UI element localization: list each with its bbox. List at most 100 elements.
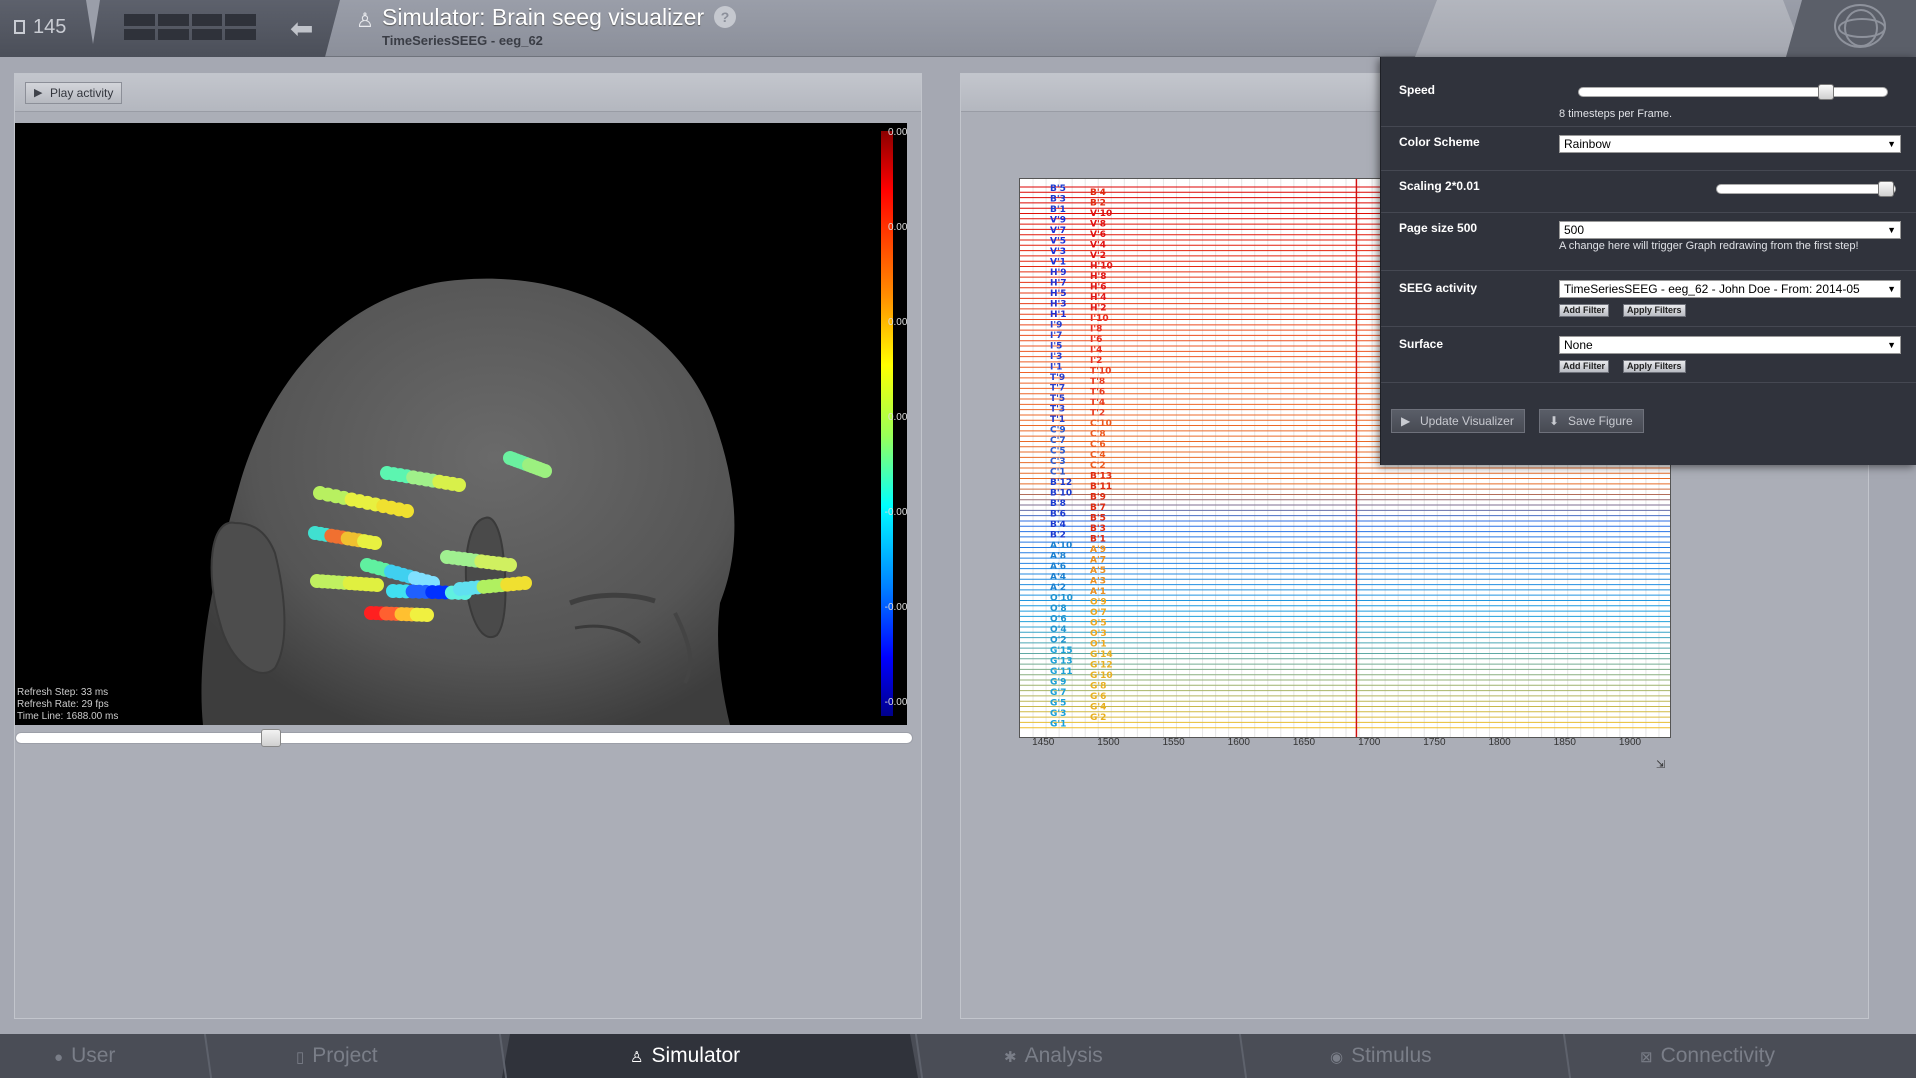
colorbar	[881, 131, 893, 716]
x-tick-label: 1750	[1423, 737, 1446, 748]
channel-label-right: V'8	[1090, 220, 1106, 230]
channel-label-left: V'9	[1050, 216, 1066, 226]
surface-row: Surface None ▼ Add Filter Apply Filters	[1381, 327, 1916, 383]
x-tick-label: 1650	[1292, 737, 1316, 748]
seeg-apply-filters-button[interactable]: Apply Filters	[1623, 304, 1686, 317]
channel-label-right: B'1	[1090, 535, 1106, 545]
seeg-activity-select[interactable]: TimeSeriesSEEG - eeg_62 - John Doe - Fro…	[1559, 280, 1901, 298]
channel-label-right: V'10	[1090, 209, 1112, 219]
nav-stimulus[interactable]: ◉ Stimulus	[1330, 1034, 1432, 1078]
channel-label-left: G'3	[1050, 709, 1066, 719]
document-icon	[14, 20, 25, 34]
surface-select[interactable]: None ▼	[1559, 336, 1901, 354]
network-icon: ⊠	[1640, 1049, 1653, 1066]
channel-label-left: V'1	[1050, 258, 1066, 268]
update-visualizer-button[interactable]: ▶ Update Visualizer	[1391, 409, 1525, 433]
channel-label-right: I'4	[1090, 346, 1102, 356]
help-icon[interactable]: ?	[714, 6, 736, 28]
channel-label-right: G'2	[1090, 713, 1106, 723]
channel-label-right: I'6	[1090, 335, 1102, 345]
brain-3d-canvas[interactable]: 0.008 0.006 0.003 0.001 -0.001 -0.004 -0.006 R…	[15, 123, 907, 725]
x-tick-label: 1550	[1162, 737, 1185, 748]
color-scheme-value: Rainbow	[1564, 137, 1611, 151]
save-figure-button[interactable]: ⬇ Save Figure	[1539, 409, 1644, 433]
colorbar-tick-label: -0.001	[884, 507, 907, 518]
channel-label-left: G'7	[1050, 688, 1066, 698]
head-render	[201, 278, 735, 725]
channel-label-left: A'4	[1050, 573, 1066, 583]
page-size-select[interactable]: 500 ▼	[1559, 221, 1901, 239]
channel-label-left: T'3	[1050, 405, 1065, 415]
channel-label-left: B'10	[1050, 489, 1072, 499]
nav-project[interactable]: ▯ Project	[296, 1034, 378, 1078]
scaling-slider-thumb[interactable]	[1877, 181, 1894, 197]
time-line-text: Time Line: 1688.00 ms	[17, 711, 119, 722]
channel-label-right: A'5	[1090, 566, 1106, 576]
channel-label-left: O'6	[1050, 615, 1067, 625]
electrode-contact	[518, 576, 532, 590]
electrode-contact	[420, 608, 434, 622]
channel-label-right: T'10	[1090, 367, 1111, 377]
speed-slider-thumb[interactable]	[1818, 84, 1835, 100]
project-counter-box[interactable]: 145 ⬅	[0, 0, 340, 57]
channel-label-left: H'3	[1050, 300, 1067, 310]
back-arrow-icon[interactable]: ⬅	[290, 12, 313, 45]
surface-value: None	[1564, 338, 1593, 352]
channel-label-left: I'9	[1050, 321, 1062, 331]
channel-label-right: B'9	[1090, 493, 1106, 503]
channel-label-right: T'8	[1090, 377, 1105, 387]
render-info: Refresh Step: 33 ms Refresh Rate: 29 fps…	[17, 687, 118, 723]
nav-connectivity[interactable]: ⊠ Connectivity	[1640, 1034, 1775, 1078]
electrode-contact	[538, 464, 552, 478]
channel-label-right: I'2	[1090, 356, 1102, 366]
color-scheme-select[interactable]: Rainbow ▼	[1559, 135, 1901, 153]
channel-label-left: O'4	[1050, 625, 1067, 635]
time-slider-thumb[interactable]	[261, 729, 282, 747]
channel-label-left: H'7	[1050, 279, 1067, 289]
colorbar-tick-label: 0.003	[887, 317, 907, 328]
surface-add-filter-button[interactable]: Add Filter	[1559, 360, 1609, 373]
channel-label-right: G'12	[1090, 661, 1113, 671]
update-visualizer-label: Update Visualizer	[1420, 414, 1514, 428]
chevron-down-icon: ▼	[1887, 139, 1896, 149]
time-slider[interactable]	[15, 729, 913, 747]
eeg-x-axis: 1450 1500 1550 1600 1650 1700 1750 1800 1850 1900	[1018, 737, 1670, 753]
channel-label-left: G'9	[1050, 678, 1066, 688]
seeg-add-filter-button[interactable]: Add Filter	[1559, 304, 1609, 317]
nav-analysis[interactable]: ✱ Analysis	[1004, 1034, 1103, 1078]
resize-handle-icon[interactable]: ⇲	[1656, 758, 1668, 771]
channel-label-left: V'5	[1050, 237, 1066, 247]
channel-label-left: I'1	[1050, 363, 1062, 373]
brain-logo-icon[interactable]	[1834, 4, 1886, 48]
colorbar-tick-label: 0.006	[887, 222, 907, 233]
scaling-slider[interactable]	[1716, 181, 1896, 197]
page-title: Simulator: Brain seeg visualizer	[382, 4, 705, 30]
play-activity-button[interactable]: Play activity	[25, 82, 123, 104]
x-tick-label: 1500	[1097, 737, 1120, 748]
channel-label-left: G'5	[1050, 699, 1066, 709]
channel-label-left: T'9	[1050, 373, 1065, 383]
scaling-label: Scaling 2*0.01	[1399, 179, 1480, 193]
nav-simulator[interactable]: ♙ Simulator	[630, 1034, 740, 1078]
channel-label-right: A'1	[1090, 587, 1106, 597]
channel-label-right: H'8	[1090, 272, 1107, 282]
grid-menu-icon[interactable]	[124, 14, 256, 40]
x-tick-label: 1700	[1358, 737, 1381, 748]
document-icon: ▯	[296, 1049, 305, 1066]
channel-label-left: O'10	[1050, 594, 1073, 604]
color-scheme-label: Color Scheme	[1399, 135, 1480, 149]
nav-user[interactable]: ● User	[54, 1034, 115, 1078]
speed-label: Speed	[1399, 83, 1436, 97]
settings-panel: Speed 8 timesteps per Frame. Color Schem…	[1380, 57, 1916, 465]
surface-apply-filters-button[interactable]: Apply Filters	[1623, 360, 1686, 373]
project-count[interactable]: 145	[14, 16, 66, 39]
channel-label-left: G'11	[1050, 667, 1073, 677]
channel-label-left: V'3	[1050, 247, 1066, 257]
channel-label-left: T'7	[1050, 384, 1065, 394]
speed-slider[interactable]	[1578, 84, 1888, 100]
channel-label-right: G'14	[1090, 650, 1113, 660]
colorbar-tick-label: 0.001	[887, 412, 907, 423]
nav-project-label: Project	[312, 1044, 378, 1067]
channel-label-left: G'13	[1050, 657, 1073, 667]
speed-hint: 8 timesteps per Frame.	[1559, 108, 1673, 120]
